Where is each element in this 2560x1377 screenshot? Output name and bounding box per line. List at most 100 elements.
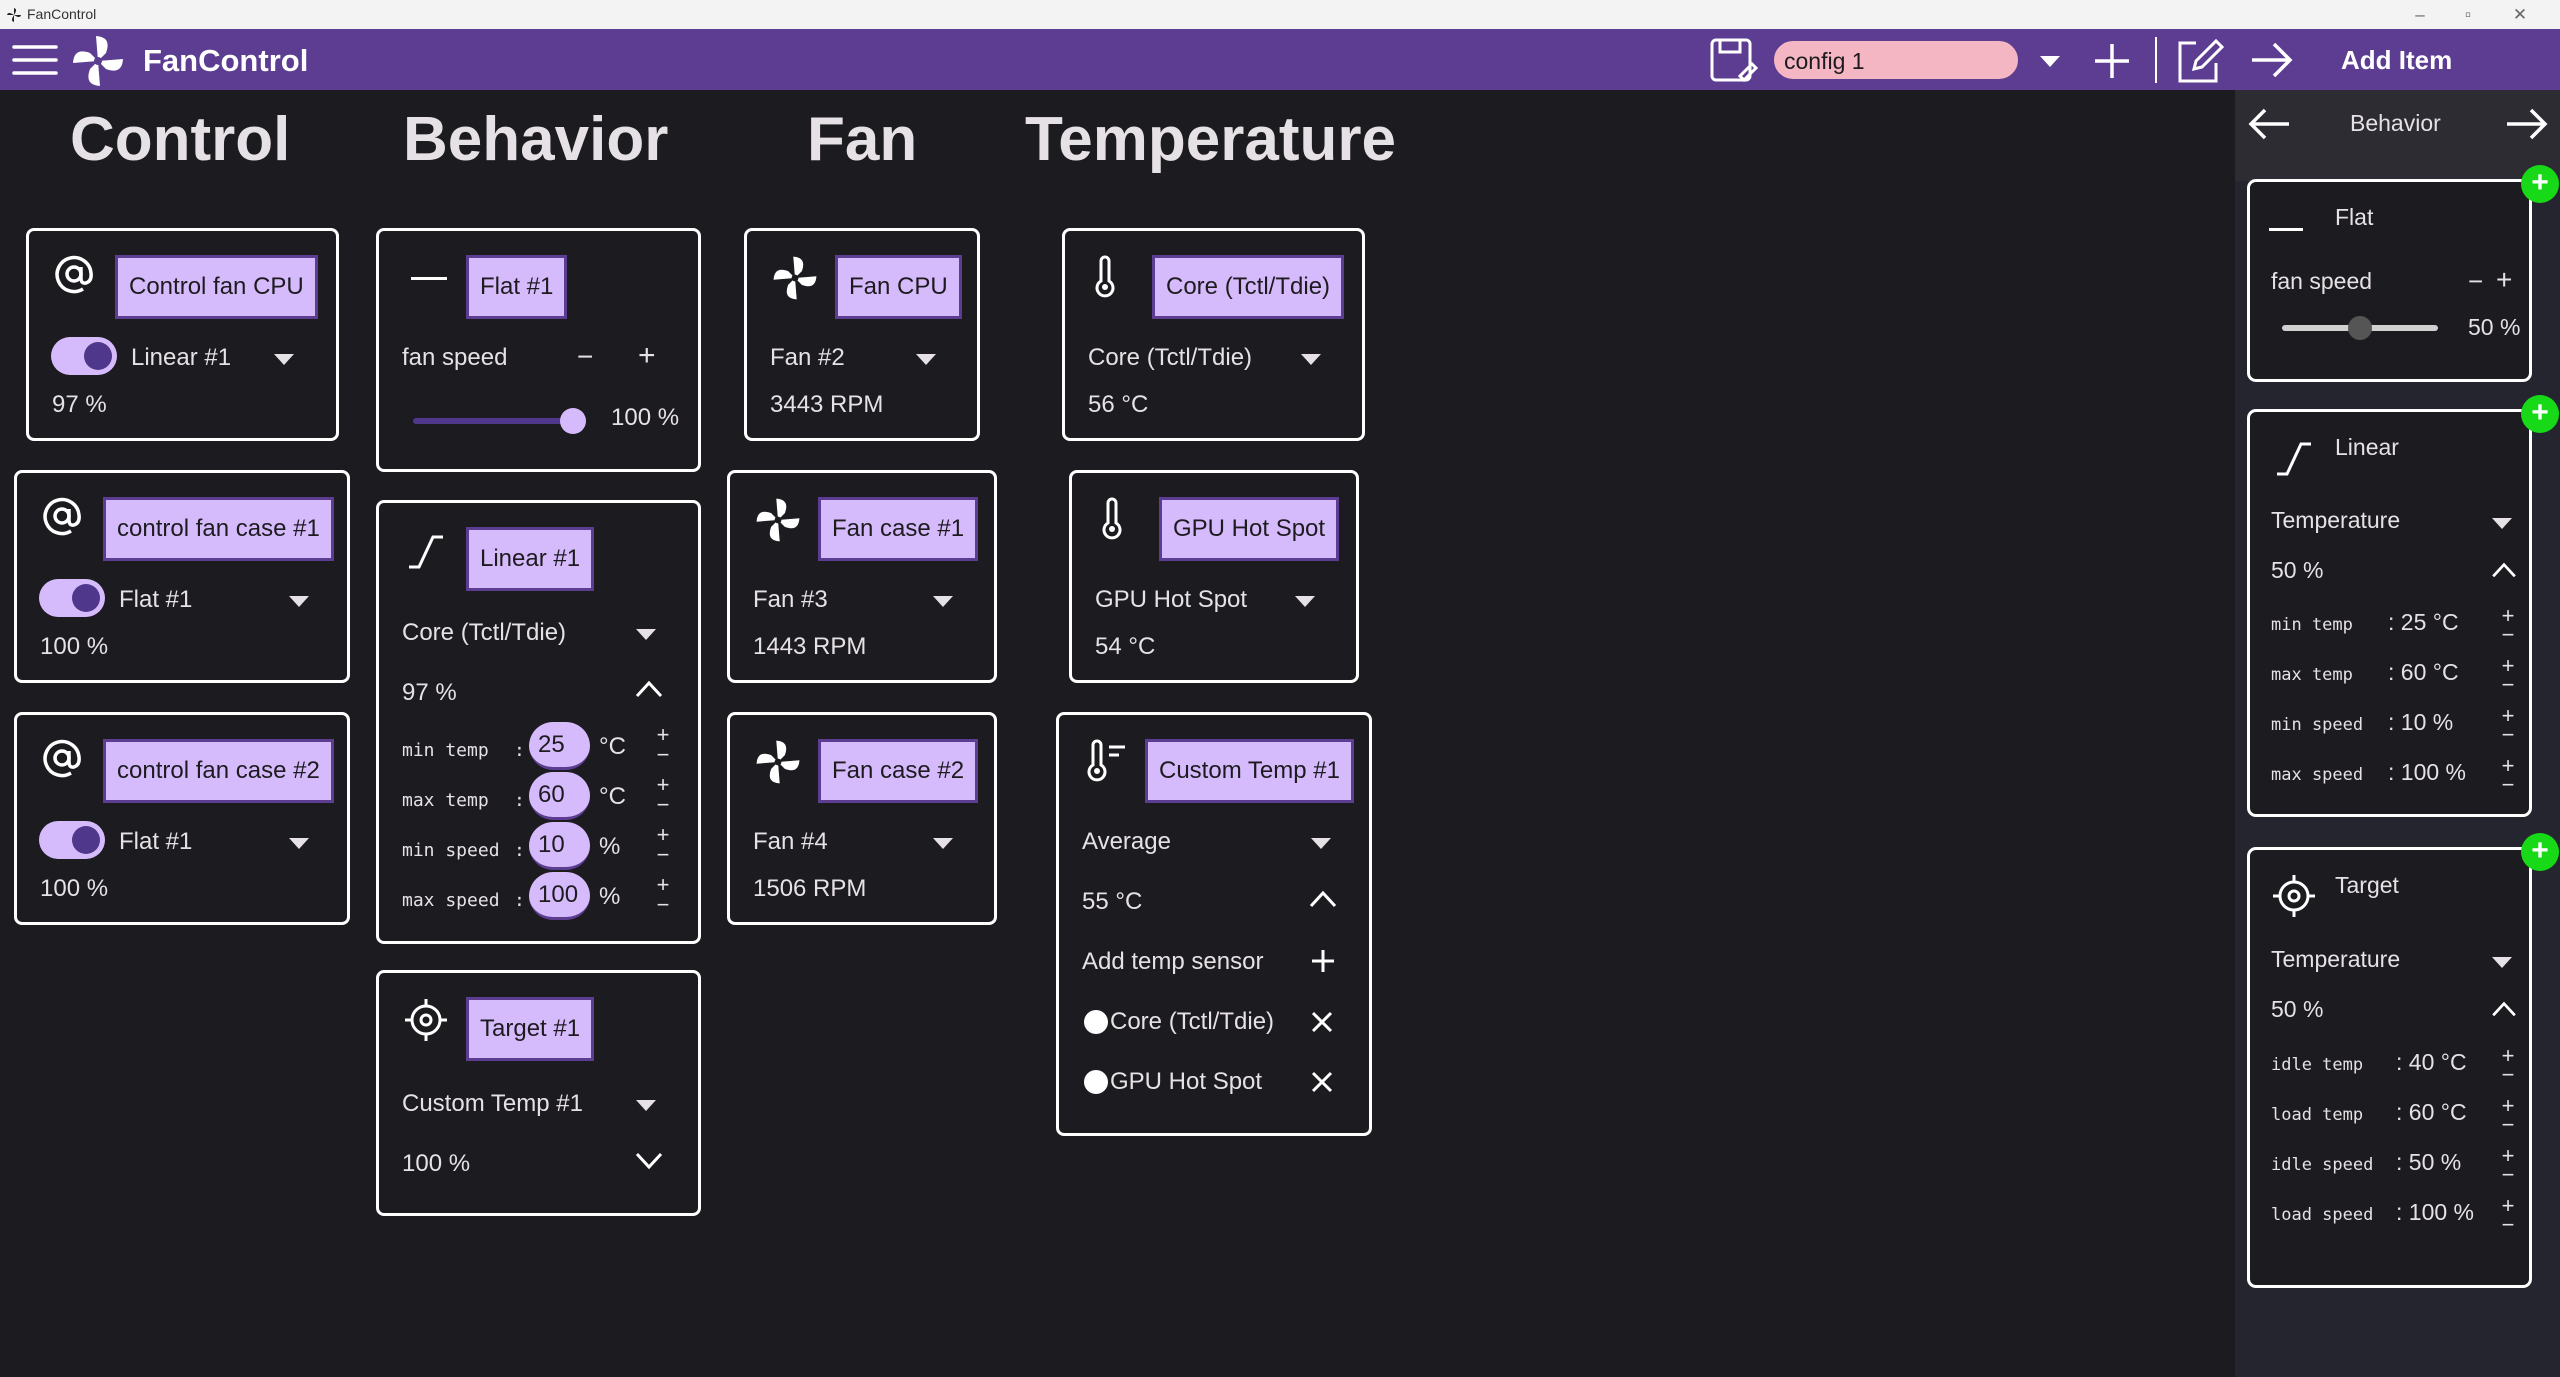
next-category-arrow-right-icon[interactable] [2505, 107, 2549, 141]
flat-template-card[interactable]: Flat fan speed − + 50 % [2247, 179, 2532, 382]
fan-speed-slider-knob[interactable] [2348, 316, 2372, 340]
curve-dropdown-icon[interactable] [274, 354, 294, 365]
control-card[interactable]: Control fan CPU Linear #1 97 % [26, 228, 339, 441]
increment-button[interactable]: + [653, 874, 673, 896]
control-curve-select[interactable]: Flat #1 [119, 828, 192, 856]
decrement-button[interactable]: − [2498, 724, 2518, 746]
min-temp-input[interactable]: 25 [529, 722, 590, 770]
source-dropdown-icon[interactable] [2492, 518, 2512, 529]
remove-sensor-close-icon[interactable] [1311, 1071, 1333, 1093]
decrease-button[interactable]: − [577, 341, 593, 373]
add-config-icon[interactable] [2092, 41, 2132, 81]
aggregation-select[interactable]: Average [1082, 828, 1171, 856]
control-card[interactable]: control fan case #2 Flat #1 100 % [14, 712, 350, 925]
fan-name-pill[interactable]: Fan CPU [835, 255, 962, 319]
source-select[interactable]: Temperature [2271, 946, 2400, 973]
decrement-button[interactable]: − [653, 744, 673, 766]
temp-sensor-select[interactable]: Core (Tctl/Tdie) [1088, 344, 1252, 372]
aggregation-dropdown-icon[interactable] [1311, 838, 1331, 849]
collapse-chevron-up-icon[interactable] [1309, 889, 1337, 909]
expand-chevron-down-icon[interactable] [635, 1151, 663, 1171]
control-enable-toggle[interactable] [39, 579, 105, 617]
decrement-button[interactable]: − [653, 794, 673, 816]
linear-behavior-card[interactable]: Linear #1 Core (Tctl/Tdie) 97 % min temp… [376, 500, 701, 944]
behavior-name-pill[interactable]: Target #1 [466, 997, 595, 1061]
config-name-input[interactable]: config 1 [1772, 39, 2020, 81]
temperature-card[interactable]: GPU Hot Spot GPU Hot Spot 54 °C [1069, 470, 1359, 683]
control-name-pill[interactable]: Control fan CPU [115, 255, 318, 319]
curve-dropdown-icon[interactable] [289, 596, 309, 607]
source-dropdown-icon[interactable] [636, 1100, 656, 1111]
decrement-button[interactable]: − [2498, 1214, 2518, 1236]
custom-temp-card[interactable]: Custom Temp #1 Average 55 °C Add temp se… [1056, 712, 1372, 1136]
temp-sensor-dropdown-icon[interactable] [1301, 354, 1321, 365]
fan-card[interactable]: Fan case #1 Fan #3 1443 RPM [727, 470, 997, 683]
source-select[interactable]: Temperature [2271, 507, 2400, 534]
fan-sensor-select[interactable]: Fan #2 [770, 344, 845, 372]
control-curve-select[interactable]: Linear #1 [131, 344, 231, 372]
save-config-icon[interactable] [1708, 36, 1760, 86]
fan-name-pill[interactable]: Fan case #2 [818, 739, 979, 803]
temp-sensor-dropdown-icon[interactable] [1295, 596, 1315, 607]
curve-dropdown-icon[interactable] [289, 838, 309, 849]
minimize-button[interactable]: – [2400, 2, 2440, 28]
temp-name-pill[interactable]: Core (Tctl/Tdie) [1152, 255, 1345, 319]
hamburger-menu-icon[interactable] [12, 42, 58, 78]
maximize-button[interactable]: ▫ [2448, 2, 2488, 28]
flat-behavior-card[interactable]: Flat #1 fan speed − + 100 % [376, 228, 701, 472]
control-card[interactable]: control fan case #1 Flat #1 100 % [14, 470, 350, 683]
close-window-button[interactable]: ✕ [2500, 2, 2540, 28]
add-flat-button[interactable]: + [2521, 165, 2559, 203]
fan-card[interactable]: Fan case #2 Fan #4 1506 RPM [727, 712, 997, 925]
max-temp-input[interactable]: 60 [529, 772, 590, 820]
temp-sensor-select[interactable]: GPU Hot Spot [1095, 586, 1247, 614]
increment-button[interactable]: + [653, 774, 673, 796]
add-linear-button[interactable]: + [2521, 395, 2559, 433]
fan-sensor-select[interactable]: Fan #3 [753, 586, 828, 614]
temperature-card[interactable]: Core (Tctl/Tdie) Core (Tctl/Tdie) 56 °C [1062, 228, 1365, 441]
previous-category-arrow-left-icon[interactable] [2247, 107, 2291, 141]
target-source-select[interactable]: Custom Temp #1 [402, 1090, 583, 1118]
control-name-pill[interactable]: control fan case #1 [103, 497, 334, 561]
fan-speed-slider[interactable] [413, 418, 573, 424]
decrement-button[interactable]: − [653, 894, 673, 916]
control-name-pill[interactable]: control fan case #2 [103, 739, 334, 803]
custom-temp-name-pill[interactable]: Custom Temp #1 [1145, 739, 1354, 803]
remove-sensor-close-icon[interactable] [1311, 1011, 1333, 1033]
edit-icon[interactable] [2174, 37, 2224, 85]
collapse-chevron-up-icon[interactable] [2491, 1000, 2517, 1018]
linear-template-card[interactable]: Linear Temperature 50 % min temp : 25 °C… [2247, 409, 2532, 817]
collapse-chevron-up-icon[interactable] [2491, 561, 2517, 579]
target-behavior-card[interactable]: Target #1 Custom Temp #1 100 % [376, 970, 701, 1216]
add-sensor-icon[interactable] [1310, 948, 1336, 974]
control-curve-select[interactable]: Flat #1 [119, 586, 192, 614]
control-enable-toggle[interactable] [39, 821, 105, 859]
decrement-button[interactable]: − [2498, 1164, 2518, 1186]
control-enable-toggle[interactable] [51, 337, 117, 375]
source-dropdown-icon[interactable] [636, 629, 656, 640]
behavior-name-pill[interactable]: Linear #1 [466, 527, 595, 591]
decrement-button[interactable]: − [2498, 624, 2518, 646]
source-dropdown-icon[interactable] [2492, 957, 2512, 968]
decrement-button[interactable]: − [2498, 674, 2518, 696]
collapse-chevron-up-icon[interactable] [635, 679, 663, 699]
fan-sensor-dropdown-icon[interactable] [916, 354, 936, 365]
decrement-button[interactable]: − [2498, 1064, 2518, 1086]
decrease-button[interactable]: − [2468, 266, 2483, 297]
min-speed-input[interactable]: 10 [529, 822, 590, 870]
fan-sensor-dropdown-icon[interactable] [933, 838, 953, 849]
decrement-button[interactable]: − [2498, 774, 2518, 796]
increase-button[interactable]: + [638, 339, 656, 373]
fan-sensor-dropdown-icon[interactable] [933, 596, 953, 607]
decrement-button[interactable]: − [2498, 1114, 2518, 1136]
decrement-button[interactable]: − [653, 844, 673, 866]
close-panel-arrow-right-icon[interactable] [2250, 41, 2294, 79]
increment-button[interactable]: + [653, 824, 673, 846]
fan-speed-slider-knob[interactable] [560, 408, 586, 434]
fan-card[interactable]: Fan CPU Fan #2 3443 RPM [744, 228, 980, 441]
target-template-card[interactable]: Target Temperature 50 % idle temp : 40 °… [2247, 847, 2532, 1288]
fan-name-pill[interactable]: Fan case #1 [818, 497, 979, 561]
behavior-name-pill[interactable]: Flat #1 [466, 255, 568, 319]
linear-source-select[interactable]: Core (Tctl/Tdie) [402, 619, 566, 647]
max-speed-input[interactable]: 100 [529, 872, 590, 920]
